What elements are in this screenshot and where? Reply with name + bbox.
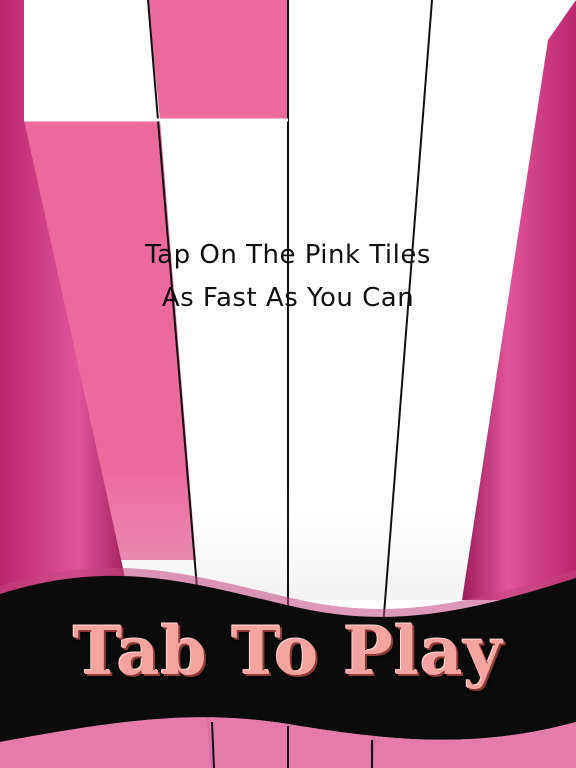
game-screen[interactable]: Tap On The Pink Tiles As Fast As You Can…: [0, 0, 576, 768]
tap-to-play-button[interactable]: Tab To Play: [0, 612, 576, 690]
